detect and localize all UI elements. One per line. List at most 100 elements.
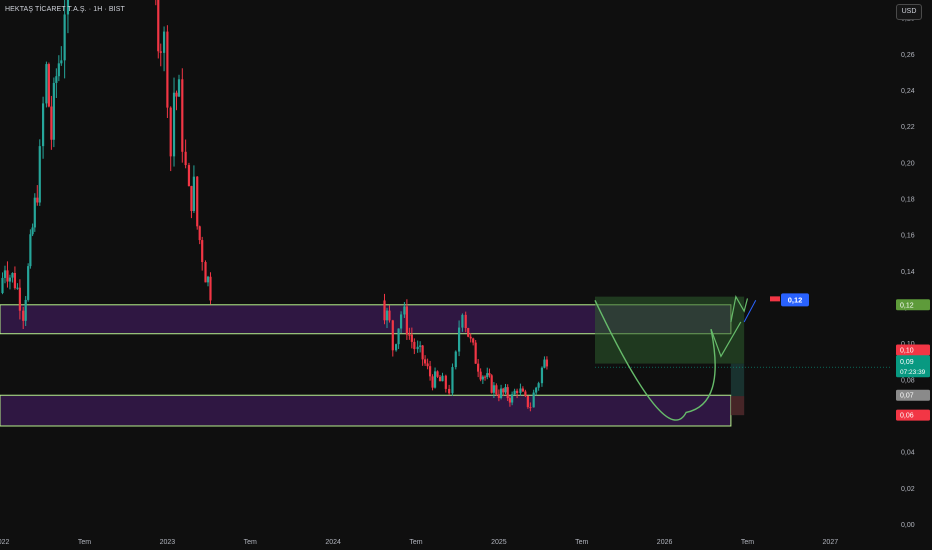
candle-body — [438, 376, 442, 382]
candle-body — [397, 328, 400, 345]
candle-body — [508, 398, 512, 403]
target-box — [594, 296, 745, 364]
candle-body — [403, 306, 406, 315]
candle-body — [474, 342, 477, 364]
x-tick-label: 2022 — [0, 539, 10, 546]
candle-body — [545, 359, 549, 367]
candle-body — [513, 390, 516, 395]
candle-body — [13, 272, 17, 289]
candle-body — [424, 359, 427, 364]
time-axis: 2022 Tem 2023 Tem 2024 Tem 2025 Tem 2026 Tem 2027 — [0, 539, 838, 546]
candle-body — [502, 388, 505, 393]
price-chart[interactable]: 0,280,260,240,220,200,180,160,140,120,10… — [0, 0, 932, 550]
candle-body — [383, 300, 386, 321]
currency-button[interactable]: USD — [896, 4, 922, 20]
candle-body — [519, 388, 522, 394]
candle-body — [190, 186, 193, 212]
candle-body — [177, 79, 181, 97]
candle-body — [206, 276, 210, 283]
candle-body — [33, 197, 36, 228]
candle-body — [457, 327, 461, 352]
candle-body — [490, 375, 493, 393]
y-tick-label: 0,08 — [901, 377, 915, 384]
y-tick-label: 0,26 — [901, 52, 915, 59]
candle-body — [469, 336, 472, 339]
x-tick-label: Tem — [741, 539, 754, 546]
candle-body — [454, 351, 457, 368]
x-tick-label: Tem — [575, 539, 588, 546]
y-tick-label: 0,04 — [901, 450, 915, 457]
candle-body — [201, 240, 204, 263]
candle-body — [399, 314, 403, 329]
candle-body — [36, 197, 39, 203]
candle-body — [477, 363, 480, 372]
candle-body — [540, 367, 544, 384]
candle-body — [11, 272, 14, 278]
zone-top-price-label: 0,12 — [900, 302, 914, 309]
candle-body — [428, 366, 432, 377]
candle-body — [29, 234, 32, 267]
candle-body — [436, 371, 439, 377]
candle-body — [47, 64, 50, 107]
candle-body — [166, 31, 169, 108]
y-tick-label: 0,20 — [901, 160, 915, 167]
candle-body — [488, 373, 491, 376]
candle-body — [431, 376, 434, 388]
current-price-label: 0,09 — [900, 359, 914, 366]
candle-body — [444, 375, 447, 389]
candle-body — [506, 387, 509, 399]
x-tick-label: Tem — [78, 539, 91, 546]
candle-body — [497, 394, 500, 398]
candle-body — [172, 92, 176, 157]
candle-body — [410, 334, 413, 342]
candle-body — [535, 387, 538, 393]
price-axis: 0,280,260,240,220,200,180,160,140,120,10… — [901, 16, 915, 529]
y-tick-label: 0,16 — [901, 233, 915, 240]
countdown-label: 07:23:39 — [900, 369, 926, 376]
candle-body — [52, 82, 55, 140]
candle-body — [521, 388, 524, 392]
candle-body — [532, 392, 535, 408]
candle-body — [481, 376, 484, 380]
candle-body — [55, 76, 58, 83]
candle-body — [408, 334, 411, 336]
candle-body — [38, 146, 41, 203]
candle-body — [27, 266, 30, 300]
candle-body — [413, 341, 416, 350]
candle-body — [492, 385, 495, 393]
candle-body — [537, 383, 540, 388]
candle-body — [41, 103, 45, 147]
candle-body — [50, 106, 53, 140]
candle-body — [209, 276, 212, 301]
candle-body — [416, 346, 419, 350]
candle-body — [31, 227, 34, 235]
candle-body — [486, 373, 489, 377]
candle-body — [1, 277, 4, 294]
candle-body — [18, 287, 21, 311]
candle-body — [175, 92, 178, 97]
candle-body — [16, 287, 19, 289]
candle-body — [448, 388, 451, 394]
candle-body — [391, 320, 394, 351]
x-tick-label: Tem — [244, 539, 257, 546]
candle-body — [419, 345, 422, 347]
candle-body — [483, 376, 487, 378]
symbol-title: HEKTAŞ TİCARET T.A.Ş. · 1H · BIST — [5, 6, 125, 13]
candle-body — [388, 310, 391, 321]
x-tick-label: 2025 — [491, 539, 507, 546]
candle-body — [529, 407, 532, 409]
x-tick-label: 2024 — [325, 539, 341, 546]
candle-body — [499, 388, 503, 398]
candle-body — [524, 391, 527, 396]
candle-body — [441, 375, 444, 382]
candle-body — [495, 385, 498, 395]
x-tick-label: Tem — [409, 539, 422, 546]
candle-body — [461, 314, 464, 328]
candle-body — [451, 367, 454, 394]
candle-body — [467, 328, 470, 337]
candle-body — [405, 306, 408, 335]
y-tick-label: 0,18 — [901, 196, 915, 203]
x-tick-label: 2026 — [657, 539, 673, 546]
price-labels: 0,12 0,12 0,10 0,09 07:23:39 0,07 0,06 — [770, 293, 930, 421]
candle-body — [22, 310, 25, 321]
